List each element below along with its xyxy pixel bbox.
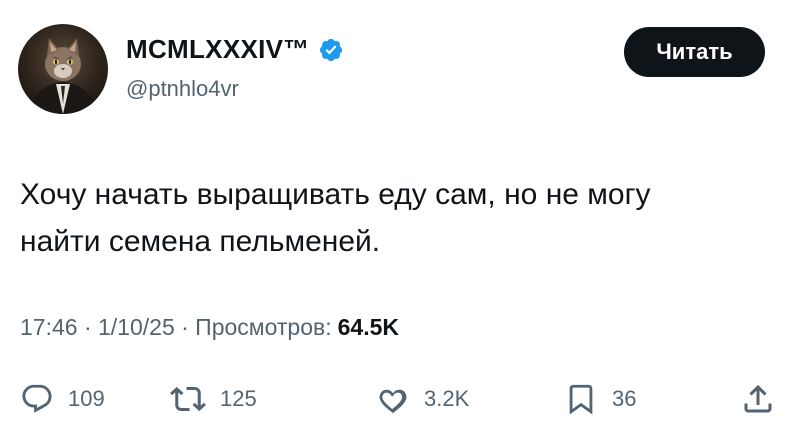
- action-bar: 109 125 3.2K 36: [20, 378, 780, 420]
- author-display-name[interactable]: MCMLXXXIV™: [126, 34, 310, 65]
- author-avatar[interactable]: [18, 24, 108, 114]
- repost-count: 125: [220, 386, 257, 411]
- views-count: 64.5K: [337, 314, 399, 340]
- tweet-text-line-1: Хочу начать выращивать еду сам, но не мо…: [20, 178, 651, 211]
- read-button[interactable]: Читать: [624, 27, 765, 77]
- tweet-text-line-2: найти семена пельменей.: [20, 225, 381, 258]
- bookmark-button[interactable]: 36: [564, 378, 636, 420]
- like-count: 3.2K: [424, 386, 470, 411]
- bookmark-count: 36: [612, 386, 637, 411]
- verified-badge-icon: [319, 38, 342, 61]
- share-button[interactable]: [740, 378, 776, 420]
- author-handle[interactable]: @ptnhlo4vr: [126, 76, 239, 102]
- repost-icon: [170, 386, 206, 412]
- bookmark-icon: [569, 384, 593, 415]
- share-icon: [744, 384, 772, 413]
- like-button[interactable]: 3.2K: [376, 378, 469, 420]
- tweet-meta: 17:46 · 1/10/25 · Просмотров: 64.5K: [20, 314, 399, 341]
- repost-button[interactable]: 125: [170, 378, 257, 420]
- cat-in-suit-avatar-image: [28, 38, 98, 114]
- tweet-text: Хочу начать выращивать еду сам, но не мо…: [20, 171, 780, 265]
- author-name-row: MCMLXXXIV™: [126, 34, 344, 65]
- tweet-timestamp[interactable]: 17:46 · 1/10/25 · Просмотров:: [20, 314, 332, 341]
- reply-icon: [22, 384, 52, 413]
- like-icon: [379, 389, 407, 414]
- reply-button[interactable]: 109: [20, 378, 105, 420]
- reply-count: 109: [68, 386, 105, 411]
